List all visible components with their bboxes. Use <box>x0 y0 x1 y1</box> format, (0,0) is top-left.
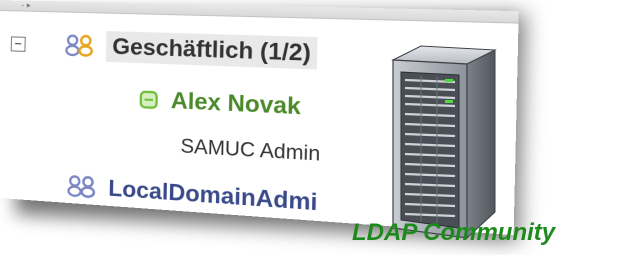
status-online-icon <box>139 90 158 110</box>
caption-ldap-community: LDAP Community <box>352 219 556 246</box>
contact-name: Alex Novak <box>170 87 302 120</box>
collapse-toggle[interactable]: − <box>10 35 26 52</box>
group-geschaeftlich[interactable]: − Geschäftlich (1/2) <box>10 28 318 70</box>
people-icon <box>63 34 100 58</box>
group-label: Geschäftlich (1/2) <box>105 31 318 70</box>
contact-alex-novak[interactable]: Alex Novak <box>139 86 301 121</box>
contact-name: SAMUC Admin <box>180 135 321 166</box>
grip-icon: - ▸ <box>21 0 31 10</box>
server-icon <box>391 45 497 240</box>
panel-top-strip: - ▸ <box>0 0 519 24</box>
people-icon <box>65 174 102 199</box>
contact-samuc-admin[interactable]: SAMUC Admin <box>180 136 320 167</box>
